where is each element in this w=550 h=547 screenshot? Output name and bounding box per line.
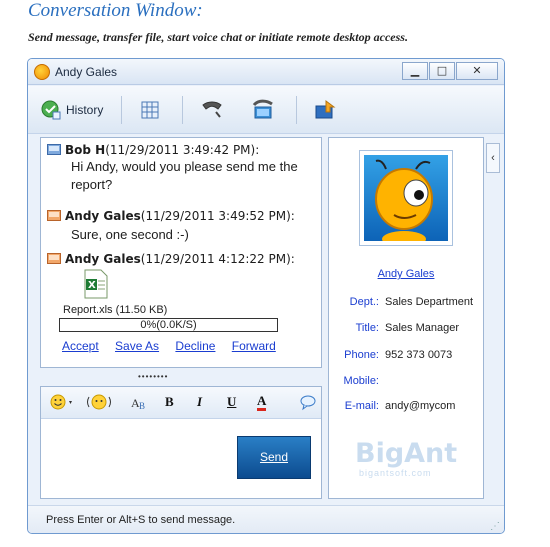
send-button[interactable]: Send <box>237 436 311 479</box>
maximize-icon: □ <box>436 64 448 77</box>
bold-button[interactable]: B <box>165 394 174 410</box>
svg-text:B: B <box>139 401 145 411</box>
forward-link[interactable]: Forward <box>232 339 276 353</box>
pane-splitter[interactable]: •••••••• <box>138 372 168 381</box>
font-color-button[interactable]: A <box>257 394 267 411</box>
close-button[interactable]: ✕ <box>456 62 498 80</box>
user-icon <box>47 210 61 221</box>
remote-desktop-button[interactable] <box>250 98 276 122</box>
message-header: Bob H(11/29/2011 3:49:42 PM): <box>47 142 259 157</box>
shake-face-icon <box>87 394 111 410</box>
smiley-icon <box>50 394 72 410</box>
svg-text:X: X <box>88 280 96 291</box>
save-as-link[interactable]: Save As <box>115 339 159 353</box>
history-button[interactable]: History <box>40 98 103 122</box>
chevron-left-icon: ‹ <box>491 152 495 164</box>
format-toolbar: AB B I U A <box>41 387 321 419</box>
message-body: Hi Andy, would you please send me the re… <box>71 159 298 192</box>
file-name: Report.xls (11.50 KB) <box>63 304 168 316</box>
transfer-progress-bar: 0%(0.0K/S) <box>59 318 278 332</box>
toolbar-separator <box>296 96 297 124</box>
minimize-button[interactable]: ▁ <box>402 62 428 80</box>
user-icon <box>47 144 61 155</box>
voice-chat-button[interactable] <box>200 98 224 122</box>
conversation-window: Andy Gales ▁ □ ✕ History Bob H(11/29/201… <box>27 58 505 534</box>
window-title: Andy Gales <box>55 65 118 79</box>
font-icon: AB <box>131 396 145 411</box>
grid-button[interactable] <box>141 98 159 122</box>
close-icon: ✕ <box>472 64 482 77</box>
send-file-icon <box>315 100 336 119</box>
send-shortcut-hint: Press Enter or Alt+S to send message. <box>46 514 236 526</box>
avatar <box>359 150 453 246</box>
contact-name-link[interactable]: Andy Gales <box>329 268 483 280</box>
chat-bubble-button[interactable] <box>299 393 317 415</box>
user-icon <box>47 253 61 264</box>
message-body: Sure, one second :-) <box>71 227 189 242</box>
contact-profile-panel: Andy Gales Dept.: Sales Department Title… <box>328 137 484 499</box>
history-icon <box>41 100 61 120</box>
remote-desktop-icon <box>252 99 273 119</box>
collapse-profile-button[interactable]: ‹ <box>486 143 500 173</box>
message-history-panel[interactable]: Bob H(11/29/2011 3:49:42 PM): Hi Andy, w… <box>40 137 322 368</box>
bigant-app-icon <box>34 64 50 80</box>
message-header: Andy Gales(11/29/2011 4:12:22 PM): <box>47 251 295 266</box>
resize-grip-icon[interactable]: ⋰ <box>490 521 500 532</box>
window-controls: ▁ □ ✕ <box>401 62 498 80</box>
history-label: History <box>66 103 104 117</box>
file-transfer-actions: Accept Save As Decline Forward <box>62 339 289 353</box>
toolbar-separator <box>121 96 122 124</box>
minimize-icon: ▁ <box>410 64 420 77</box>
decline-link[interactable]: Decline <box>175 339 215 353</box>
main-toolbar: History <box>28 86 504 134</box>
nudge-button[interactable] <box>85 393 113 415</box>
font-button[interactable]: AB <box>131 395 149 414</box>
maximize-button[interactable]: □ <box>429 62 455 80</box>
page-heading: Conversation Window: <box>28 0 203 21</box>
underline-button[interactable]: U <box>227 394 236 410</box>
ant-mascot-icon <box>375 159 433 241</box>
bigant-watermark-sub: bigantsoft.com <box>359 468 432 478</box>
message-header: Andy Gales(11/29/2011 3:49:52 PM): <box>47 208 295 223</box>
status-bar: Press Enter or Alt+S to send message. ⋰ <box>28 505 504 533</box>
page-subheading: Send message, transfer file, start voice… <box>28 30 408 44</box>
bigant-watermark: BigAnt <box>355 438 458 469</box>
toolbar-separator <box>182 96 183 124</box>
italic-button[interactable]: I <box>197 394 202 410</box>
send-file-button[interactable] <box>314 98 336 122</box>
phone-icon <box>202 101 222 118</box>
chat-bubble-icon <box>300 395 316 411</box>
title-bar[interactable]: Andy Gales ▁ □ ✕ <box>28 59 504 85</box>
excel-file-icon: X <box>84 269 108 299</box>
message-input-panel: AB B I U A Send <box>40 386 322 499</box>
emoticon-button[interactable] <box>49 393 75 415</box>
grid-icon <box>141 101 159 119</box>
accept-link[interactable]: Accept <box>62 339 99 353</box>
